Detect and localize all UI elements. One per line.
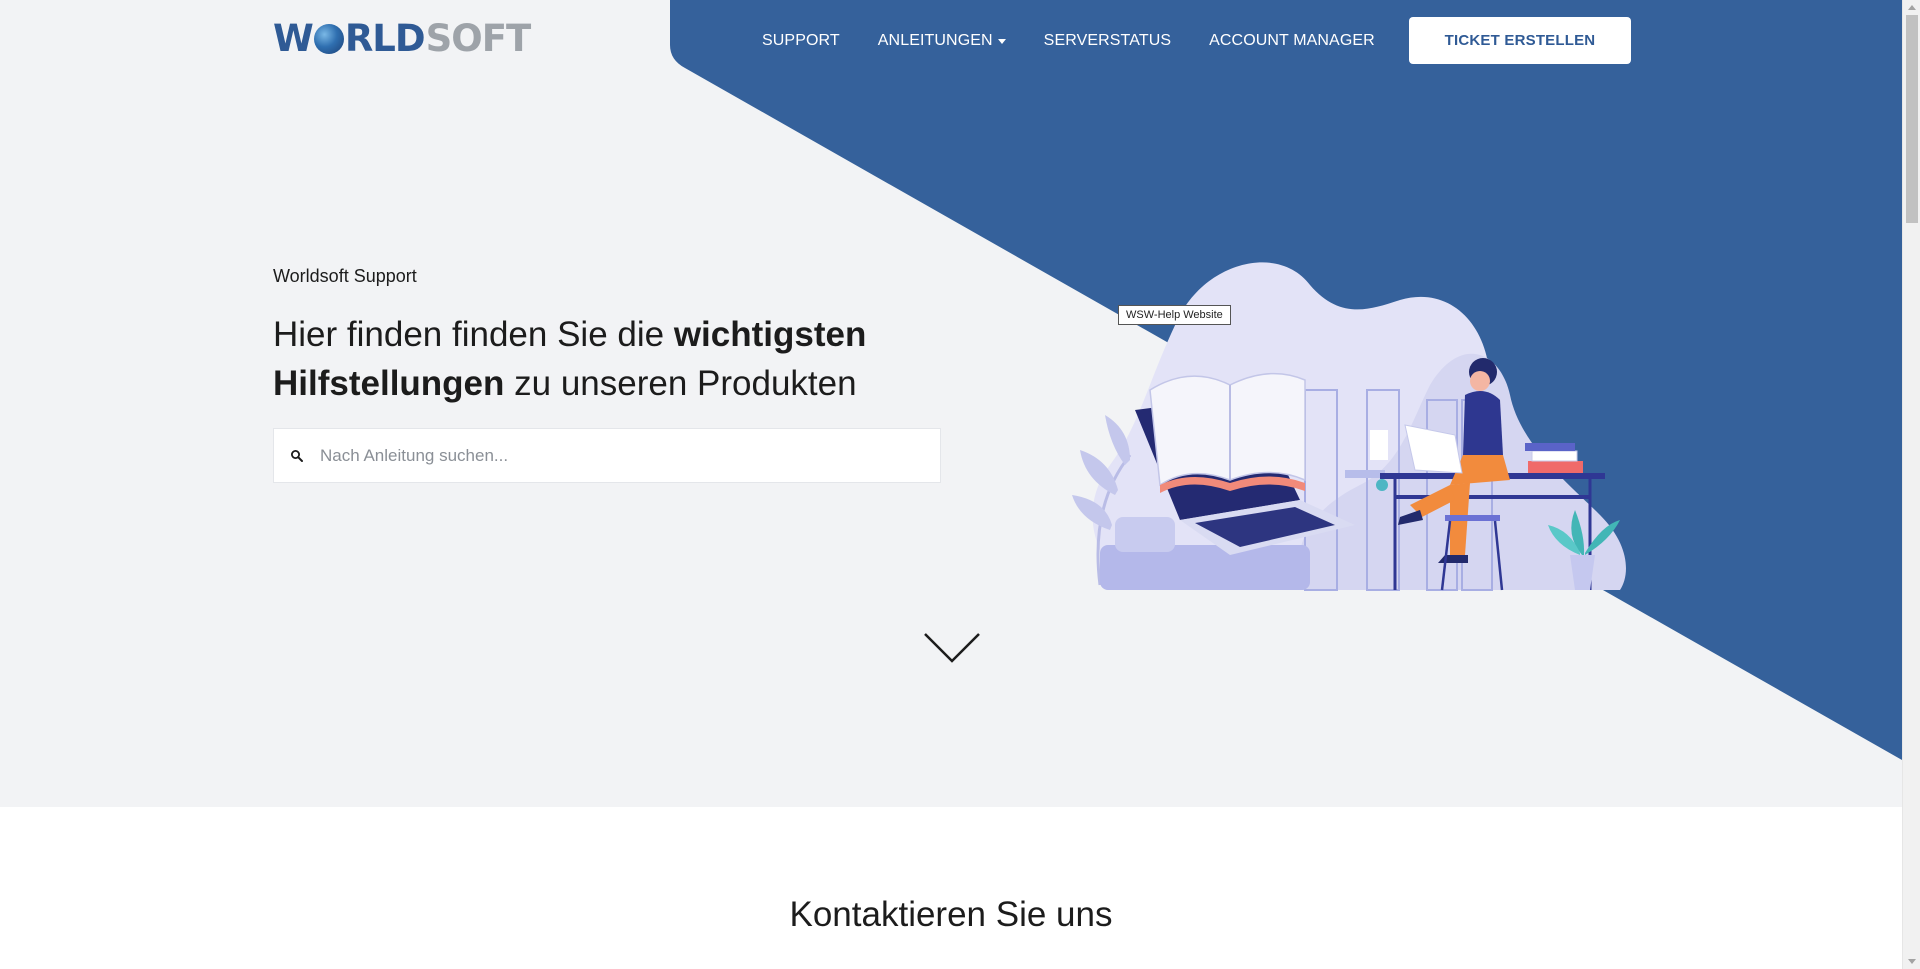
globe-icon	[313, 24, 344, 54]
contact-section: Kontaktieren Sie uns	[0, 807, 1902, 969]
headline-bold-2: Hilfstellungen	[273, 364, 505, 403]
nav-anleitungen-label: ANLEITUNGEN	[877, 32, 993, 49]
nav-anleitungen[interactable]: ANLEITUNGEN	[878, 32, 1006, 50]
nav-account-manager[interactable]: ACCOUNT MANAGER	[1209, 32, 1375, 50]
worldsoft-logo[interactable]: W RLD SOFT	[273, 16, 532, 60]
logo-text-soft: SOFT	[425, 16, 532, 60]
help-website-tooltip: WSW-Help Website	[1118, 305, 1231, 325]
ticket-erstellen-button[interactable]: TICKET ERSTELLEN	[1409, 17, 1631, 64]
search-icon[interactable]	[290, 449, 304, 463]
nav-serverstatus-label: SERVERSTATUS	[1043, 32, 1172, 49]
search-box[interactable]	[273, 428, 941, 483]
page-scrollbar[interactable]	[1902, 0, 1920, 969]
hero-eyebrow: Worldsoft Support	[273, 266, 417, 286]
headline-part-2: zu unseren Produkten	[504, 364, 857, 403]
headline-bold-1: wichtigsten	[673, 315, 867, 354]
logo-text-rld: RLD	[344, 16, 426, 60]
hero-section: W RLD SOFT SUPPORT ANLEITUNGEN SERVERSTATU…	[0, 0, 1902, 807]
nav-support-label: SUPPORT	[762, 32, 840, 49]
caret-down-icon	[997, 38, 1006, 44]
search-input[interactable]	[320, 445, 920, 466]
nav-account-manager-label: ACCOUNT MANAGER	[1209, 32, 1375, 49]
scrollbar-thumb[interactable]	[1906, 15, 1918, 223]
chevron-down-icon[interactable]	[923, 632, 981, 664]
headline-part-1: Hier finden finden Sie die	[273, 315, 674, 354]
scroll-down-icon[interactable]	[1908, 959, 1916, 964]
hero-headline: Hier finden finden Sie die wichtigsten Hi…	[273, 310, 973, 408]
nav-serverstatus[interactable]: SERVERSTATUS	[1044, 32, 1171, 50]
scroll-up-icon[interactable]	[1908, 5, 1916, 10]
contact-title: Kontaktieren Sie uns	[789, 895, 1113, 934]
logo-text-w: W	[273, 16, 314, 60]
main-nav: SUPPORT ANLEITUNGEN SERVERSTATUS ACCOUNT…	[762, 28, 1413, 54]
nav-support[interactable]: SUPPORT	[762, 32, 840, 50]
